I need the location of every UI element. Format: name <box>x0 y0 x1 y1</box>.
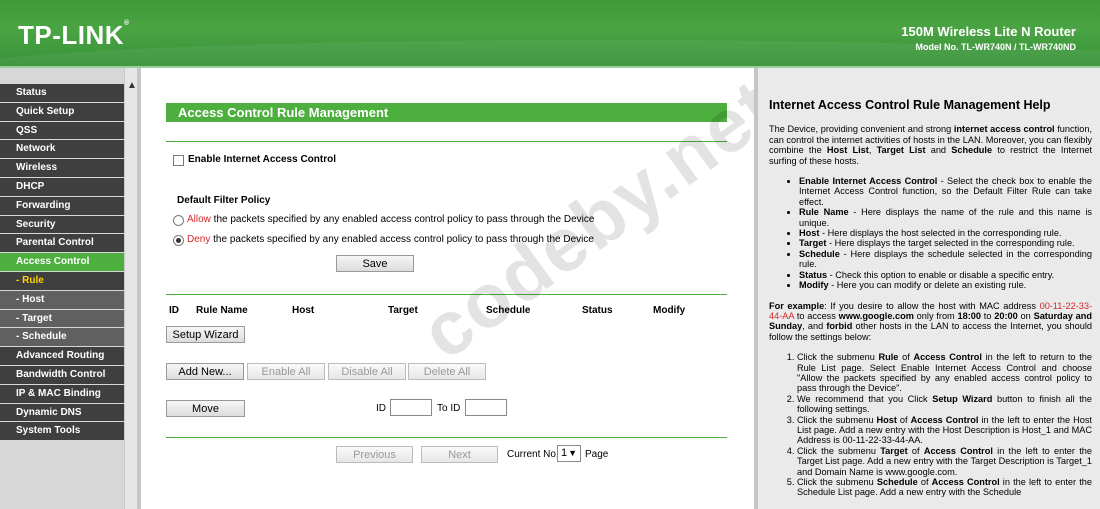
help-step-item: Click the submenu Schedule of Access Con… <box>797 477 1092 498</box>
sidebar-item-ip-mac-binding[interactable]: IP & MAC Binding <box>0 384 124 403</box>
delete-all-button[interactable]: Delete All <box>408 363 486 380</box>
help-title: Internet Access Control Rule Management … <box>769 98 1051 112</box>
help-field-item: Enable Internet Access Control - Select … <box>799 176 1092 207</box>
sidebar-item-dynamic-dns[interactable]: Dynamic DNS <box>0 403 124 422</box>
column-header-target: Target <box>388 305 418 316</box>
help-field-item: Status - Check this option to enable or … <box>799 270 1092 280</box>
deny-policy-label: Deny the packets specified by any enable… <box>187 234 594 245</box>
column-header-id: ID <box>169 305 179 316</box>
sidebar-item-dhcp[interactable]: DHCP <box>0 177 124 196</box>
add-new-button[interactable]: Add New... <box>166 363 244 380</box>
page-title: Access Control Rule Management <box>166 103 727 122</box>
help-field-item: Target - Here displays the target select… <box>799 238 1092 248</box>
move-id-label: ID <box>376 403 386 414</box>
next-button[interactable]: Next <box>421 446 498 463</box>
sidebar-scrollbar[interactable]: ▲ <box>124 68 138 509</box>
setup-wizard-button[interactable]: Setup Wizard <box>166 326 245 343</box>
allow-description: the packets specified by any enabled acc… <box>210 214 595 225</box>
previous-button[interactable]: Previous <box>336 446 413 463</box>
help-steps-list: Click the submenu Rule of Access Control… <box>769 352 1092 498</box>
deny-description: the packets specified by any enabled acc… <box>210 234 594 245</box>
enable-access-control-label: Enable Internet Access Control <box>188 154 336 165</box>
enable-access-control-checkbox[interactable] <box>173 155 184 166</box>
allow-word: Allow <box>187 214 211 225</box>
sidebar-item-target[interactable]: - Target <box>0 309 124 328</box>
sidebar-menu: Status Quick Setup QSS Network Wireless DHCP F… <box>0 84 124 441</box>
sidebar-item-wireless[interactable]: Wireless <box>0 159 124 177</box>
current-no-label: Current No. <box>507 449 559 460</box>
move-button[interactable]: Move <box>166 400 245 417</box>
move-to-id-input[interactable] <box>465 399 507 416</box>
table-top-divider <box>166 294 727 295</box>
move-to-id-label: To ID <box>437 403 461 414</box>
help-step-item: We recommend that you Click Setup Wizard… <box>797 394 1092 415</box>
page-label: Page <box>585 449 609 460</box>
tp-link-logo: TP-LINK® <box>18 20 130 50</box>
help-step-item: Click the submenu Target of Access Contr… <box>797 446 1092 477</box>
disable-all-button[interactable]: Disable All <box>328 363 406 380</box>
help-example: For example: If you desire to allow the … <box>769 300 1093 342</box>
deny-policy-radio[interactable] <box>173 235 184 246</box>
product-model: Model No. TL-WR740N / TL-WR740ND <box>915 42 1076 52</box>
pagination-divider <box>166 437 727 438</box>
enable-all-button[interactable]: Enable All <box>247 363 325 380</box>
help-field-item: Host - Here displays the host selected i… <box>799 228 1092 238</box>
help-field-list: Enable Internet Access Control - Select … <box>769 176 1092 290</box>
default-filter-policy-heading: Default Filter Policy <box>177 195 271 206</box>
sidebar-nav: Status Quick Setup QSS Network Wireless DHCP F… <box>0 68 138 509</box>
page-select-value: 1 <box>561 447 568 459</box>
save-button[interactable]: Save <box>336 255 414 272</box>
help-intro: The Device, providing convenient and str… <box>769 124 1093 166</box>
sidebar-item-bandwidth-control[interactable]: Bandwidth Control <box>0 365 124 384</box>
help-step-item: Click the submenu Rule of Access Control… <box>797 352 1092 394</box>
main-panel: Access Control Rule Management Enable In… <box>141 63 792 509</box>
sidebar-item-security[interactable]: Security <box>0 215 124 234</box>
help-field-item: Modify - Here you can modify or delete a… <box>799 280 1092 290</box>
column-header-schedule: Schedule <box>486 305 531 316</box>
sidebar-item-host[interactable]: - Host <box>0 290 124 309</box>
sidebar-item-system-tools[interactable]: System Tools <box>0 422 124 441</box>
sidebar-item-parental-control[interactable]: Parental Control <box>0 234 124 253</box>
sidebar-item-advanced-routing[interactable]: Advanced Routing <box>0 347 124 365</box>
sidebar-item-status[interactable]: Status <box>0 84 124 102</box>
allow-policy-label: Allow the packets specified by any enabl… <box>187 214 594 225</box>
allow-policy-radio[interactable] <box>173 215 184 226</box>
deny-word: Deny <box>187 234 211 245</box>
move-from-id-input[interactable] <box>390 399 432 416</box>
help-panel: Internet Access Control Rule Management … <box>758 68 1100 509</box>
sidebar-item-quick-setup[interactable]: Quick Setup <box>0 102 124 121</box>
sidebar-item-schedule[interactable]: - Schedule <box>0 328 124 347</box>
column-header-status: Status <box>582 305 613 316</box>
product-title: 150M Wireless Lite N Router <box>901 24 1076 39</box>
help-step-item: Click the submenu Host of Access Control… <box>797 415 1092 446</box>
sidebar-item-forwarding[interactable]: Forwarding <box>0 196 124 215</box>
column-header-host: Host <box>292 305 315 316</box>
title-underline <box>166 141 727 142</box>
help-field-item: Rule Name - Here displays the name of th… <box>799 207 1092 228</box>
page-select[interactable]: 1 ▼ <box>557 445 581 462</box>
column-header-rule-name: Rule Name <box>196 305 248 316</box>
sidebar-item-network[interactable]: Network <box>0 140 124 159</box>
sidebar-item-access-control[interactable]: Access Control <box>0 253 124 271</box>
header-banner: TP-LINK® 150M Wireless Lite N Router Mod… <box>0 0 1100 66</box>
column-header-modify: Modify <box>653 305 686 316</box>
help-field-item: Schedule - Here displays the schedule se… <box>799 249 1092 270</box>
chevron-down-icon: ▼ <box>568 448 577 458</box>
help-content: Internet Access Control Rule Management … <box>769 98 1093 498</box>
sidebar-item-qss[interactable]: QSS <box>0 121 124 140</box>
sidebar-item-rule[interactable]: - Rule <box>0 271 124 290</box>
scroll-up-icon[interactable]: ▲ <box>127 80 137 91</box>
